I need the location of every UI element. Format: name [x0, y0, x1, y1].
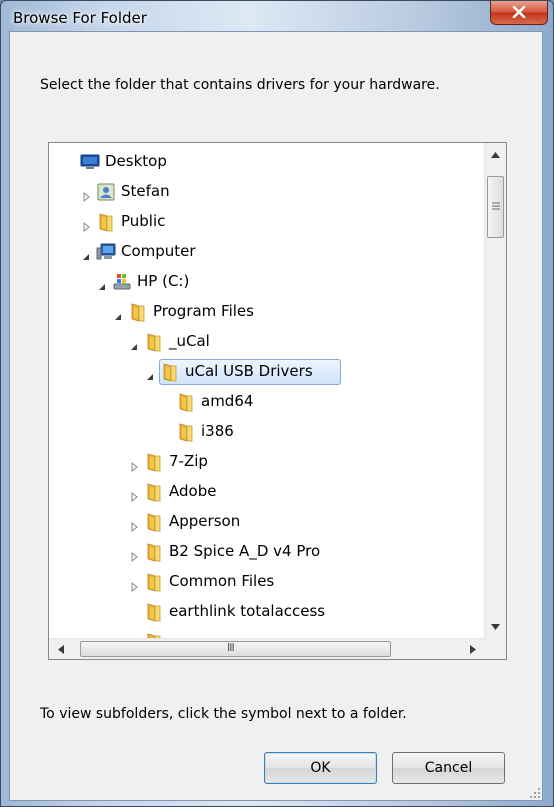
tree-node[interactable]: Program Files	[49, 297, 485, 327]
title-bar[interactable]: Browse For Folder	[1, 1, 553, 31]
scroll-left-icon[interactable]	[58, 645, 64, 654]
folder-icon	[96, 212, 116, 232]
vertical-scroll-thumb[interactable]	[487, 176, 504, 238]
folder-icon	[176, 422, 196, 442]
expand-arrow-right-icon[interactable]	[81, 187, 91, 203]
horizontal-grip-label: III	[227, 641, 235, 654]
tree-node-label: Apperson	[169, 512, 241, 530]
tree-node-label: B2 Spice A_D v4 Pro	[169, 542, 321, 560]
tree-node[interactable]: Stefan	[49, 177, 485, 207]
resize-grip-icon[interactable]	[529, 787, 541, 799]
scroll-up-icon[interactable]	[491, 152, 500, 158]
tree-node[interactable]: HP (C:)	[49, 267, 485, 297]
user-folder-icon	[96, 182, 116, 202]
tree-node-label: Adobe	[169, 482, 217, 500]
folder-icon	[144, 572, 164, 592]
expand-arrow-right-icon[interactable]	[129, 517, 139, 533]
tree-node[interactable]: Computer	[49, 237, 485, 267]
tree-node[interactable]: Apperson	[49, 507, 485, 537]
tree-node-label: uCal USB Drivers	[185, 362, 313, 380]
subfolder-hint: To view subfolders, click the symbol nex…	[40, 706, 407, 722]
folder-icon	[128, 302, 148, 322]
tree-node-label: earthlink totalaccess	[169, 602, 326, 620]
expand-arrow-down-icon[interactable]	[145, 367, 155, 380]
expand-arrow-right-icon[interactable]	[129, 457, 139, 473]
tree-node[interactable]: uCal USB Drivers	[49, 357, 485, 387]
expand-arrow-down-icon[interactable]	[81, 247, 91, 260]
folder-icon	[144, 542, 164, 562]
horizontal-scroll-thumb[interactable]: III	[80, 641, 391, 657]
tree-node-label: Program Files	[153, 302, 254, 320]
expand-arrow-right-icon[interactable]	[129, 547, 139, 563]
desktop-icon	[80, 152, 100, 172]
folder-icon	[144, 602, 164, 622]
tree-node[interactable]: Public	[49, 207, 485, 237]
tree-node[interactable]: Common Files	[49, 567, 485, 597]
scroll-down-icon[interactable]	[491, 624, 500, 630]
folder-icon	[176, 392, 196, 412]
tree-node[interactable]: Adobe	[49, 477, 485, 507]
expand-arrow-right-icon[interactable]	[81, 217, 91, 233]
tree-node-label: _uCal	[169, 332, 210, 350]
tree-node-label: Stefan	[121, 182, 170, 200]
cancel-button[interactable]: Cancel	[392, 752, 505, 784]
horizontal-scrollbar[interactable]: III	[49, 638, 485, 659]
tree-node[interactable]: amd64	[49, 387, 485, 417]
close-icon	[512, 6, 526, 18]
folder-icon	[144, 482, 164, 502]
dialog-description: Select the folder that contains drivers …	[40, 77, 440, 93]
folder-icon	[144, 332, 164, 352]
expand-arrow-down-icon[interactable]	[129, 337, 139, 350]
drive-icon	[112, 272, 132, 292]
expand-arrow-right-icon[interactable]	[129, 487, 139, 503]
expand-arrow-right-icon[interactable]	[129, 577, 139, 593]
grip-icon	[492, 202, 500, 210]
tree-node[interactable]: B2 Spice A_D v4 Pro	[49, 537, 485, 567]
tree-node-label: amd64	[201, 392, 254, 410]
tree-node-label: 7-Zip	[169, 452, 208, 470]
folder-icon	[160, 362, 180, 382]
tree-node[interactable]: i386	[49, 417, 485, 447]
folder-icon	[144, 452, 164, 472]
expand-arrow-down-icon[interactable]	[113, 307, 123, 320]
tree-node[interactable]: 7-Zip	[49, 447, 485, 477]
ok-button[interactable]: OK	[264, 752, 377, 784]
tree-node-label: Public	[121, 212, 166, 230]
folder-icon	[144, 512, 164, 532]
scroll-right-icon[interactable]	[470, 645, 476, 654]
tree-node-label: Desktop	[105, 152, 167, 170]
tree-node[interactable]: earthlink totalaccess	[49, 597, 485, 627]
close-button[interactable]	[490, 1, 548, 25]
tree-node[interactable]: Desktop	[49, 147, 485, 177]
folder-tree[interactable]: Desktop Stefan Public Computer HP (C:) Progra…	[48, 142, 507, 660]
tree-node[interactable]: _uCal	[49, 327, 485, 357]
computer-icon	[96, 242, 116, 262]
tree-node-label: Computer	[121, 242, 196, 260]
expand-arrow-down-icon[interactable]	[97, 277, 107, 290]
tree-node-label: HP (C:)	[137, 272, 190, 290]
tree-node-label: i386	[201, 422, 234, 440]
vertical-scrollbar[interactable]	[484, 143, 506, 640]
scrollbar-corner	[485, 639, 506, 659]
tree-node-label: Common Files	[169, 572, 275, 590]
dialog-title: Browse For Folder	[13, 9, 147, 27]
